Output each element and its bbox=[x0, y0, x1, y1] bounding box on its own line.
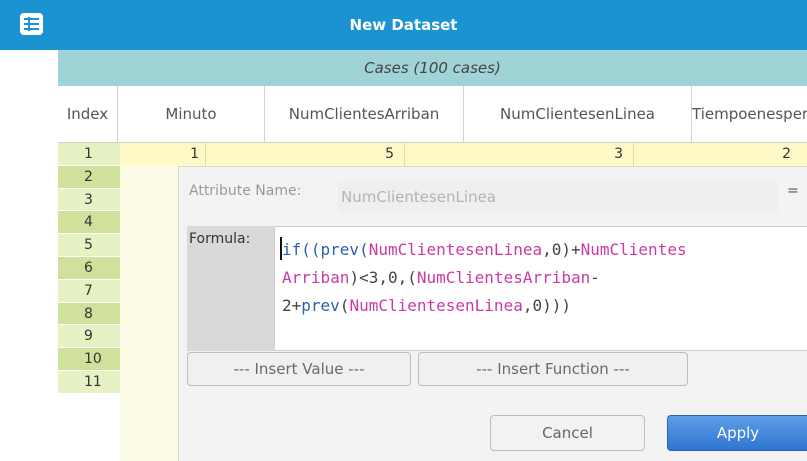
cell-tiempoenespera[interactable]: 2 bbox=[634, 143, 807, 166]
cases-caption-bar: Cases (100 cases) bbox=[58, 50, 807, 86]
formula-line: 2+prev(NumClientesenLinea,0))) bbox=[282, 296, 571, 315]
row-index[interactable]: 11 bbox=[58, 370, 120, 394]
table-header-row: Index Minuto NumClientesArriban NumClien… bbox=[58, 86, 807, 143]
column-header-numclientesenlinea[interactable]: NumClientesenLinea bbox=[464, 86, 692, 143]
cell-minuto[interactable]: 1 bbox=[120, 143, 206, 166]
cancel-button[interactable]: Cancel bbox=[490, 415, 645, 451]
row-index[interactable]: 3 bbox=[58, 188, 120, 212]
cases-caption: Cases (100 cases) bbox=[364, 59, 501, 77]
row-index[interactable]: 5 bbox=[58, 234, 120, 257]
cell-numclientesenlinea[interactable]: 3 bbox=[405, 143, 634, 166]
formula-section: Formula: if((prev(NumClientesenLinea,0)+… bbox=[187, 226, 807, 351]
table-row: 1 5 3 2 bbox=[120, 143, 807, 166]
index-column: 1 2 3 4 5 6 7 8 9 10 11 bbox=[58, 143, 120, 461]
insert-function-button[interactable]: --- Insert Function --- bbox=[418, 352, 688, 386]
formula-line: Arriban)<3,0,(NumClientesArriban- bbox=[282, 268, 600, 287]
insert-value-button[interactable]: --- Insert Value --- bbox=[187, 352, 411, 386]
column-header-tiempoenespera[interactable]: Tiempoenespera bbox=[692, 86, 807, 143]
title-bar: New Dataset bbox=[0, 0, 807, 50]
apply-button[interactable]: Apply bbox=[667, 415, 807, 451]
row-index[interactable]: 1 bbox=[58, 143, 120, 166]
formula-label: Formula: bbox=[189, 231, 251, 247]
text-cursor bbox=[280, 237, 282, 260]
row-index[interactable]: 4 bbox=[58, 211, 120, 235]
formula-dialog: Attribute Name: NumClientesenLinea = For… bbox=[178, 166, 807, 461]
column-header-index[interactable]: Index bbox=[58, 86, 118, 143]
column-header-minuto[interactable]: Minuto bbox=[118, 86, 265, 143]
row-index[interactable]: 8 bbox=[58, 302, 120, 326]
equals-sign: = bbox=[787, 183, 799, 199]
attribute-name-input[interactable]: NumClientesenLinea bbox=[338, 181, 778, 213]
row-index[interactable]: 2 bbox=[58, 165, 120, 189]
formula-line: if((prev(NumClientesenLinea,0)+NumClient… bbox=[282, 240, 687, 259]
row-index[interactable]: 6 bbox=[58, 256, 120, 280]
row-index[interactable]: 10 bbox=[58, 348, 120, 371]
attribute-name-label: Attribute Name: bbox=[189, 183, 302, 199]
row-index[interactable]: 7 bbox=[58, 279, 120, 303]
cell-numclientesarriban[interactable]: 5 bbox=[206, 143, 405, 166]
window-title: New Dataset bbox=[349, 16, 458, 34]
row-index[interactable]: 9 bbox=[58, 325, 120, 349]
formula-editor[interactable]: if((prev(NumClientesenLinea,0)+NumClient… bbox=[274, 226, 807, 351]
column-header-numclientesarriban[interactable]: NumClientesArriban bbox=[265, 86, 464, 143]
